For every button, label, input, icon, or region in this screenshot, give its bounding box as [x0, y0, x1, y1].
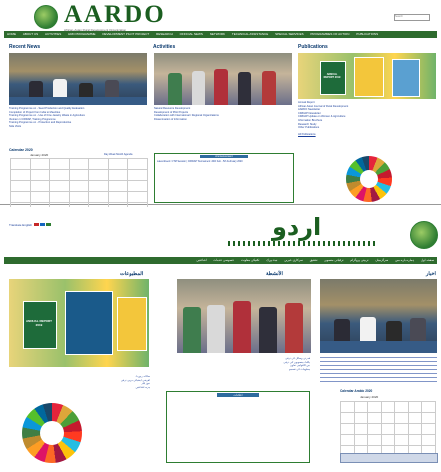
nav-item[interactable]: نیٹ ورک [266, 257, 277, 264]
aardo-logo[interactable] [410, 221, 438, 249]
publications-banner-urdu[interactable]: ANNUAL REPORT 2019 [9, 279, 149, 367]
all-publications-link[interactable]: All Publications [298, 133, 436, 137]
sdg-wheel-icon[interactable] [22, 403, 82, 463]
nav-item[interactable]: OFFICIAL NEWS [180, 31, 203, 38]
nav-item[interactable]: SPECIAL SERVICES [275, 31, 304, 38]
main-nav: HOME ABOUT US ACTIVITIES HRD PROGRAMME D… [4, 31, 437, 38]
activities-title-urdu: الأنشطة [266, 271, 283, 277]
nav-item[interactable]: HOME [7, 31, 16, 38]
nav-item[interactable]: HRD PROGRAMME [68, 31, 95, 38]
news-title-urdu: اخبار [426, 271, 436, 277]
list-item[interactable]: معلومات کی تقسیم [210, 368, 310, 372]
calendar-month: January 2020 [30, 153, 49, 157]
publications-title-urdu: المطبوعات [120, 271, 144, 277]
list-item[interactable]: Side Visits [9, 125, 147, 129]
nav-item[interactable]: DEVELOPMENT PILOT PROJECT [102, 31, 149, 38]
annual-report-cover: ANNUAL REPORT 2019 [323, 73, 341, 79]
main-nav-urdu: صفحہ اول ہمارے بارے میں سرگرمیاں تربیتی … [4, 257, 437, 264]
list-item[interactable]: Other Publications [298, 126, 436, 130]
nav-item[interactable]: ACTIVITIES [45, 31, 61, 38]
nav-item[interactable]: TECHNICAL ASSISTANCE [232, 31, 268, 38]
activities-list: Natural Resource Development Development… [154, 107, 292, 121]
publications-list: Annual Report African Asian Journal of R… [298, 101, 436, 136]
site-brand-urdu[interactable]: اردو [272, 213, 321, 241]
search-input[interactable]: Search [394, 14, 430, 21]
activities-list-urdu: قدرتی وسائل کی ترقی پائلٹ منصوبوں کی ترق… [210, 357, 310, 371]
nav-item[interactable]: اشاعتیں [196, 257, 206, 264]
nav-item[interactable]: NETWORK [210, 31, 225, 38]
language-selector[interactable]: Translate English [9, 223, 51, 227]
calendar-month-urdu: January 2020 [360, 395, 379, 399]
tab-agenda[interactable]: Agenda [124, 153, 133, 156]
publications-title: Publications [298, 44, 328, 50]
news-photo[interactable] [9, 53, 147, 105]
nav-item[interactable]: خصوصی خدمات [213, 257, 234, 264]
annual-report-cover-urdu: ANNUAL REPORT 2019 [26, 319, 52, 327]
news-photo-urdu[interactable] [320, 279, 437, 353]
urdu-page: Translate English اردو صفحہ اول ہمارے با… [0, 207, 441, 472]
list-item[interactable]: مزید اشاعتیں [60, 386, 150, 390]
calendar-title: Calendar 2020 [9, 148, 33, 152]
nav-item[interactable]: صفحہ اول [421, 257, 434, 264]
flag-icon[interactable] [39, 223, 45, 226]
flag-icon[interactable] [33, 223, 39, 226]
aardo-logo[interactable] [34, 5, 58, 29]
announcement-text[interactable]: Latest Event: CTM Session | CIRDAP Tourn… [155, 159, 293, 164]
calendar-grid[interactable] [10, 158, 148, 214]
recent-news-title: Recent News [9, 44, 41, 50]
sdg-wheel-icon[interactable] [346, 156, 392, 202]
announcement-box: Announcement Latest Event: CTM Session |… [154, 153, 294, 203]
activities-title: Activities [153, 44, 176, 50]
tab-month[interactable]: Month [116, 153, 123, 156]
header-ornament [228, 241, 378, 246]
english-page: AARDO African-Asian Rural Development Or… [0, 0, 441, 214]
nav-item[interactable]: PUBLICATIONS [356, 31, 378, 38]
calendar-view-tabs: Day Week Month Agenda [104, 153, 132, 156]
publications-banner[interactable]: ANNUAL REPORT 2019 [298, 53, 436, 99]
nav-item[interactable]: سرکاری خبریں [284, 257, 303, 264]
nav-item[interactable]: ترقیاتی منصوبے [324, 257, 343, 264]
nav-item[interactable]: RESEARCH [156, 31, 173, 38]
news-list: Training Programme on - Seed Production … [9, 107, 147, 129]
language-label[interactable]: Translate English [9, 223, 32, 227]
announcement-box-urdu: اعلانات [166, 391, 310, 463]
nav-item[interactable]: PROGRAMMES OF ACTION [310, 31, 349, 38]
nav-item[interactable]: تکنیکی معاونت [241, 257, 260, 264]
tab-week[interactable]: Week [109, 153, 115, 156]
calendar-title-urdu: Calendar Arabic 2020 [340, 389, 373, 393]
nav-item[interactable]: سرگرمیاں [375, 257, 388, 264]
nav-item[interactable]: ABOUT US [23, 31, 38, 38]
news-text-urdu[interactable] [320, 357, 437, 383]
nav-item[interactable]: تحقیق [310, 257, 318, 264]
list-item[interactable]: Dissemination of Information [154, 118, 292, 122]
nav-item[interactable]: تربیتی پروگرام [350, 257, 368, 264]
calendar-footer-urdu[interactable] [340, 453, 438, 463]
nav-item[interactable]: ہمارے بارے میں [395, 257, 414, 264]
activities-photo[interactable] [154, 53, 292, 105]
site-brand[interactable]: AARDO [64, 1, 166, 29]
announcement-title: Announcement [200, 155, 248, 158]
publications-list-urdu: سالانہ رپورٹ افریقی ایشیائی دیہی ترقی نی… [60, 375, 150, 389]
announcement-title-urdu: اعلانات [217, 393, 259, 397]
activities-photo-urdu[interactable] [177, 279, 311, 353]
calendar-grid-urdu[interactable] [340, 401, 436, 457]
tab-day[interactable]: Day [104, 153, 108, 156]
flag-icon[interactable] [45, 223, 51, 226]
